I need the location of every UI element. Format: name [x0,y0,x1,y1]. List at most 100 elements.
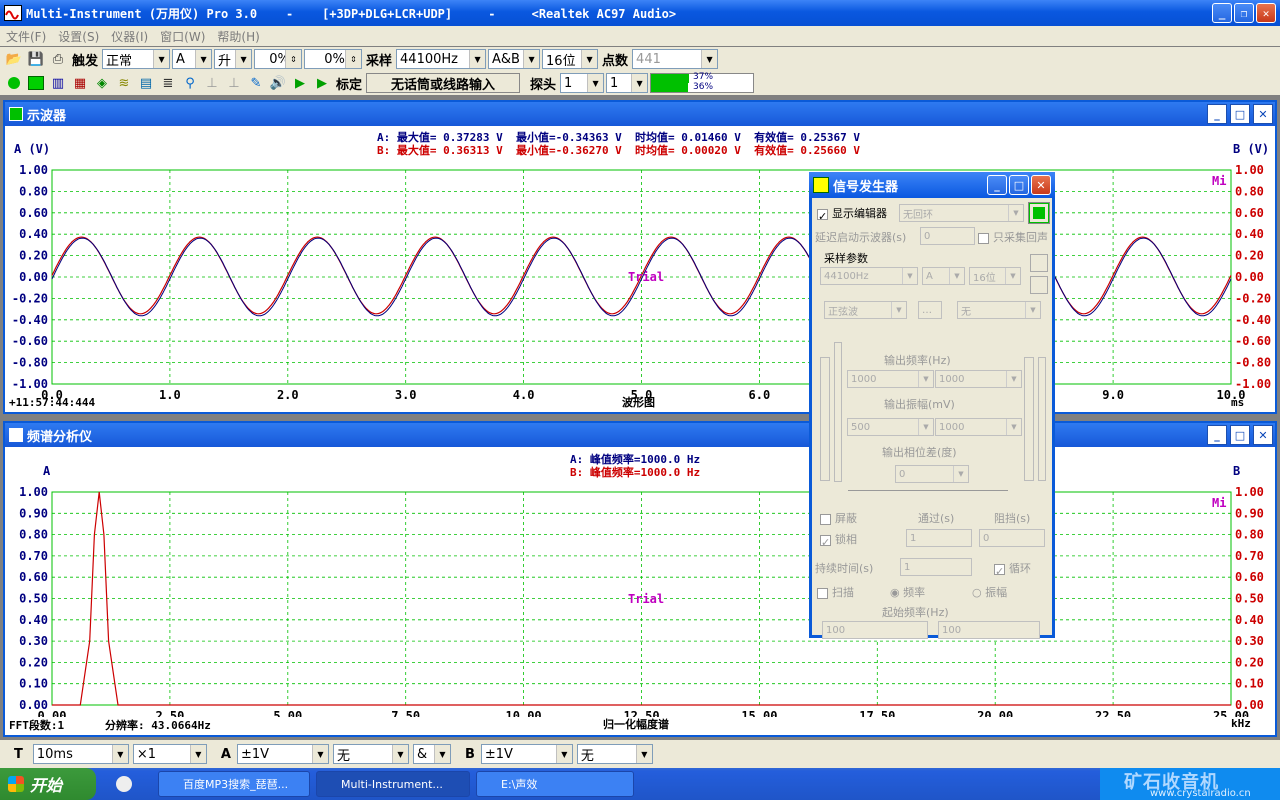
gen-rate-select[interactable]: 44100Hz ▼ [820,267,918,285]
oscilloscope-icon[interactable] [26,73,46,93]
amp-b-select[interactable]: 1000 ▼ [935,418,1022,436]
trigger-level-1[interactable]: 0% ⇕ [254,49,303,69]
menu-file[interactable]: 文件(F) [0,28,52,45]
amp-label: 输出振幅(mV) [884,398,955,411]
open-icon[interactable]: 📂 [4,49,24,69]
a-range-select[interactable]: ±1V ▼ [236,744,329,764]
menu-instruments[interactable]: 仪器(I) [105,28,154,45]
task-baidu[interactable]: 百度MP3搜索_琵琶... [158,771,310,797]
points-label: 点数 [602,53,629,69]
dds-icon[interactable]: ⚲ [180,73,200,93]
right-slider-track-2[interactable] [1038,357,1046,481]
minimize-button[interactable]: _ [1212,3,1232,23]
freq-b-select[interactable]: 1000 ▼ [935,370,1022,388]
menu-window[interactable]: 窗口(W) [154,28,211,45]
operator-select[interactable]: & ▼ [412,744,451,764]
delay-input[interactable]: 0 [920,227,975,245]
trigger-channel-select[interactable]: A ▼ [172,49,213,69]
phase-label: 输出相位差(度) [882,446,957,459]
osc-minimize-button[interactable]: _ [1207,104,1227,124]
sweep-freq-radio[interactable]: ◉ 频率 [890,584,925,600]
menu-settings[interactable]: 设置(S) [52,28,105,45]
right-slider-track[interactable] [1024,357,1034,481]
duration-input[interactable]: 1 [900,558,972,576]
task-explorer[interactable]: E:\声效 [476,771,634,797]
phase-slider[interactable] [848,490,1008,492]
oscilloscope-plot[interactable]: 1.000.800.600.400.200.00-0.20-0.40-0.60-… [5,157,1275,412]
trigger-edge-select[interactable]: 升 ▼ [214,49,253,69]
modulation-select[interactable]: 无 ▼ [957,301,1041,319]
osc-close-button[interactable]: ✕ [1253,104,1273,124]
spec-close-button[interactable]: ✕ [1253,425,1273,445]
block-input[interactable]: 0 [979,529,1045,547]
generator-icon[interactable]: ▤ [136,73,156,93]
calibrate-label[interactable]: 标定 [334,74,364,93]
b-mode-select[interactable]: 无 ▼ [576,744,653,764]
task-multi-instrument[interactable]: Multi-Instrument... [316,771,470,797]
spectrum-icon[interactable]: ▥ [48,73,68,93]
close-button[interactable]: ✕ [1256,3,1276,23]
loop-checkbox[interactable]: ✓ 循环 [994,560,1031,578]
spec-minimize-button[interactable]: _ [1207,425,1227,445]
multiplier-select[interactable]: ×1 ▼ [132,744,207,764]
media-player-icon[interactable] [116,776,132,792]
bits-select[interactable]: 16位 ▼ [542,49,599,69]
generator-power-button[interactable] [1028,202,1050,224]
b-range-select[interactable]: ±1V ▼ [480,744,573,764]
gen-table-icon[interactable] [1030,276,1048,294]
freq-a-select[interactable]: 1000 ▼ [847,370,934,388]
phase-select[interactable]: 0 ▼ [895,465,969,483]
save-icon[interactable]: 💾 [26,49,46,69]
y-tick-label-right: 1.00 [1235,163,1264,177]
restore-button[interactable]: ❐ [1234,3,1254,23]
lock-phase-checkbox[interactable]: ✓ 锁相 [820,531,857,549]
gen-save-icon[interactable] [1030,254,1048,272]
spectrum-plot[interactable]: 1.00 0.90 0.80 0.70 0.60 0.50 0.40 0.30 0.20 0.10… [5,479,1275,717]
sweep-amp-radio[interactable]: ○ 振幅 [972,584,1007,600]
generator-title: 信号发生器 [833,179,899,195]
only-capture-checkbox[interactable]: 只采集回声 [978,229,1048,245]
tools-icon[interactable]: ✎ [246,73,266,93]
probe-b-select[interactable]: 1 ▼ [606,73,649,93]
probe-a-select[interactable]: 1 ▼ [560,73,605,93]
points-select[interactable]: 441 ▼ [632,49,719,69]
run-icon[interactable] [4,73,24,93]
play-icon[interactable]: ▶ [290,73,310,93]
probe-b-icon[interactable]: ⊥ [224,73,244,93]
left-slider-track-2[interactable] [834,342,842,482]
pass-input[interactable]: 1 [906,529,972,547]
gen-close-button[interactable]: ✕ [1031,175,1051,195]
osc-maximize-button[interactable]: □ [1230,104,1250,124]
filter-icon[interactable]: ≣ [158,73,178,93]
wave-icon[interactable]: ≋ [114,73,134,93]
amp-a-select[interactable]: 500 ▼ [847,418,934,436]
probe-a-icon[interactable]: ⊥ [202,73,222,93]
trigger-mode-select[interactable]: 正常 ▼ [102,49,171,69]
gen-minimize-button[interactable]: _ [987,175,1007,195]
trigger-level-2[interactable]: 0% ⇕ [304,49,363,69]
phase-icon[interactable]: ◈ [92,73,112,93]
timebase-select[interactable]: 10ms ▼ [32,744,129,764]
print-icon[interactable]: ⎙ [48,49,68,69]
speaker-icon[interactable]: 🔊 [268,73,288,93]
show-editor-checkbox[interactable]: ✓ 显示编辑器 [817,205,887,223]
left-slider-track[interactable] [820,357,830,481]
sweep-checkbox[interactable]: 扫描 [817,584,854,600]
mask-checkbox[interactable]: 屏蔽 [820,510,857,526]
loop-mode-select[interactable]: 无回环 ▼ [899,204,1024,222]
meter-icon[interactable]: ▦ [70,73,90,93]
start-freq-a[interactable]: 100 [822,621,928,639]
sample-rate-select[interactable]: 44100Hz ▼ [396,49,487,69]
gen-bits-select[interactable]: 16位 ▼ [969,267,1021,285]
play-step-icon[interactable]: ▶ [312,73,332,93]
gen-channel-select[interactable]: A ▼ [922,267,965,285]
spec-maximize-button[interactable]: □ [1230,425,1250,445]
a-mode-select[interactable]: 无 ▼ [332,744,409,764]
gen-maximize-button[interactable]: □ [1009,175,1029,195]
waveform-select[interactable]: 正弦波 ▼ [824,301,907,319]
start-button[interactable]: 开始 [0,768,96,800]
channel-mode-select[interactable]: A&B ▼ [488,49,541,69]
start-freq-b[interactable]: 100 [938,621,1040,639]
menu-help[interactable]: 帮助(H) [211,28,265,45]
waveform-more-button[interactable]: … [918,301,942,319]
